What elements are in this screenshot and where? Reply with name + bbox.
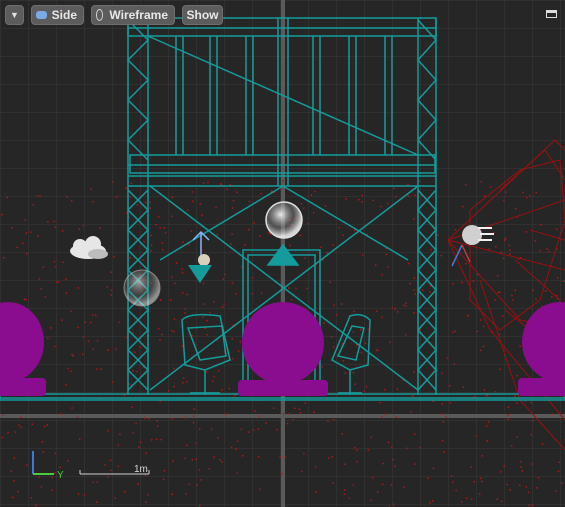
view-mode-button[interactable]: Side [31,5,84,25]
chevron-down-icon: ▼ [10,10,19,20]
reflection-capture-sphere[interactable] [265,201,303,239]
viewport[interactable]: ▼ Side Wireframe Show Y 1m [0,0,565,507]
viewport-options-button[interactable]: ▼ [5,5,24,25]
side-view-icon [36,11,47,19]
view-type-label: Wireframe [109,8,168,22]
center-actor-sphere [242,302,324,384]
y-axis-label: Y [57,470,64,481]
wireframe-sphere-icon [96,9,104,21]
view-type-button[interactable]: Wireframe [91,5,175,25]
reflection-capture-sphere-left[interactable] [123,269,161,307]
maximize-icon[interactable] [546,10,557,18]
scene-canvas[interactable] [0,0,565,507]
scale-label: 1m [134,464,148,475]
view-mode-label: Side [51,8,77,22]
show-flags-button[interactable]: Show [182,5,223,25]
show-flags-label: Show [186,8,219,22]
